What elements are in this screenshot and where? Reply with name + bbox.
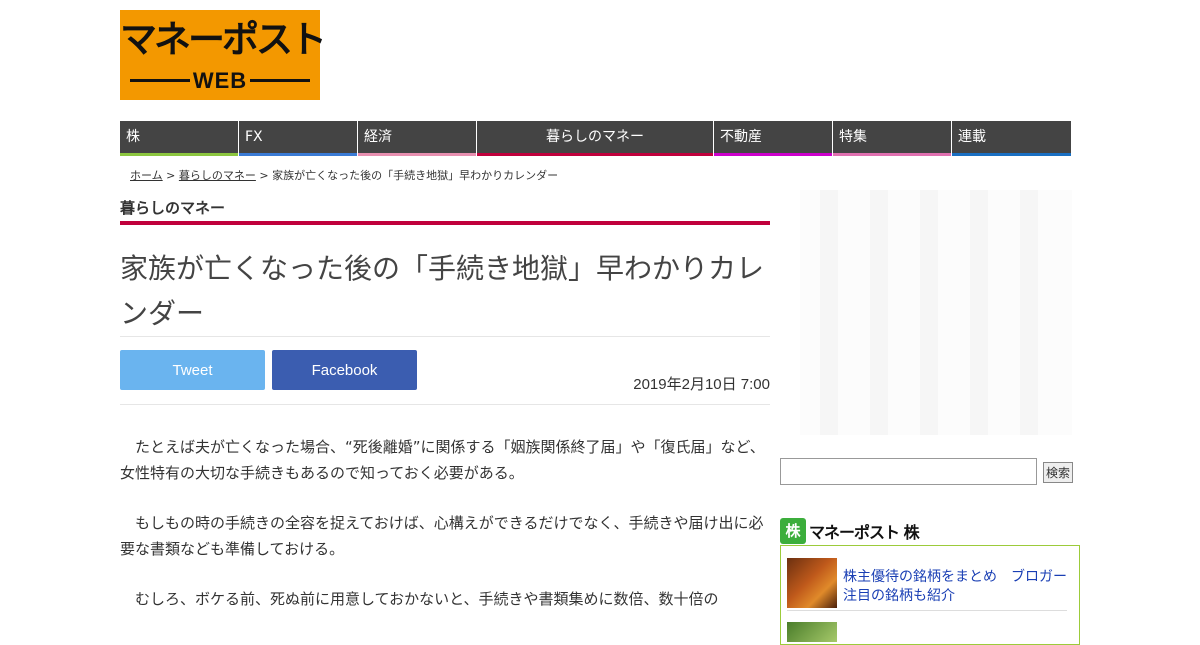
kabu-title: マネーポスト 株 <box>809 523 920 542</box>
ad-placeholder <box>800 190 1072 435</box>
article-thumbnail[interactable] <box>787 558 837 608</box>
nav-item-label: FX <box>245 129 263 145</box>
article-thumbnail[interactable] <box>787 622 837 642</box>
article-paragraph: もしもの時の手続きの全容を捉えておけば、心構えができるだけでなく、手続きや届け出… <box>120 514 764 558</box>
breadcrumb: ホーム > 暮らしのマネー > 家族が亡くなった後の「手続き地獄」早わかりカレン… <box>130 167 558 183</box>
breadcrumb-sep: > <box>255 169 273 182</box>
nav-item[interactable]: 不動産 <box>714 121 832 156</box>
list-item[interactable]: 株主優待の銘柄をまとめ ブロガー注目の銘柄も紹介 <box>787 558 1067 611</box>
nav-item-underline <box>714 153 832 156</box>
breadcrumb-current: 家族が亡くなった後の「手続き地獄」早わかりカレンダー <box>272 169 559 182</box>
article-headline: 家族が亡くなった後の「手続き地獄」早わかりカレンダー <box>120 252 765 330</box>
logo-text: マネーポスト <box>120 18 327 61</box>
site-logo[interactable]: マネーポスト WEB <box>120 10 327 100</box>
nav-item-underline <box>239 153 357 156</box>
breadcrumb-category[interactable]: 暮らしのマネー <box>179 169 256 182</box>
nav-item-label: 連載 <box>958 129 986 145</box>
nav-item-underline <box>358 153 476 156</box>
section-divider <box>120 221 770 225</box>
divider <box>120 336 770 337</box>
article-link[interactable]: 株主優待の銘柄をまとめ ブロガー注目の銘柄も紹介 <box>843 568 1071 606</box>
publish-date: 2019年2月10日 7:00 <box>633 376 770 393</box>
kabu-section-header: 株 マネーポスト 株 <box>780 518 920 544</box>
nav-item-label: 暮らしのマネー <box>546 129 644 145</box>
nav-item-label: 株 <box>126 129 140 145</box>
breadcrumb-home[interactable]: ホーム <box>130 169 163 182</box>
nav-item-underline <box>477 153 713 156</box>
facebook-button[interactable]: Facebook <box>272 350 417 390</box>
nav-item-label: 経済 <box>364 129 392 145</box>
nav-item[interactable]: 連載 <box>952 121 1071 156</box>
divider <box>120 404 770 405</box>
nav-item[interactable]: 暮らしのマネー <box>477 121 713 156</box>
nav-item[interactable]: 経済 <box>358 121 476 156</box>
article-paragraph: たとえば夫が亡くなった場合、“死後離婚”に関係する「姻族関係終了届」や「復氏届」… <box>120 438 765 482</box>
nav-item[interactable]: FX <box>239 121 357 156</box>
logo-web-bar: WEB <box>130 68 310 94</box>
nav-item-label: 特集 <box>839 129 867 145</box>
main-nav: 株 FX 経済 暮らしのマネー 不動産 特集 連載 <box>120 121 1072 156</box>
breadcrumb-sep: > <box>162 169 179 182</box>
tweet-button[interactable]: Tweet <box>120 350 265 390</box>
section-title: 暮らしのマネー <box>120 199 226 217</box>
search-input[interactable] <box>780 458 1037 485</box>
nav-item-underline <box>833 153 951 156</box>
article-paragraph: むしろ、ボケる前、死ぬ前に用意しておかないと、手続きや書類集めに数倍、数十倍の <box>135 590 719 608</box>
search-button[interactable]: 検索 <box>1043 462 1073 483</box>
nav-item-underline <box>952 153 1071 156</box>
nav-item-underline <box>120 153 238 156</box>
nav-item[interactable]: 特集 <box>833 121 951 156</box>
nav-item[interactable]: 株 <box>120 121 238 156</box>
kabu-list: 株主優待の銘柄をまとめ ブロガー注目の銘柄も紹介 <box>780 545 1080 645</box>
nav-item-label: 不動産 <box>720 129 762 145</box>
kabu-icon: 株 <box>780 518 806 544</box>
logo-web-text: WEB <box>190 68 250 94</box>
